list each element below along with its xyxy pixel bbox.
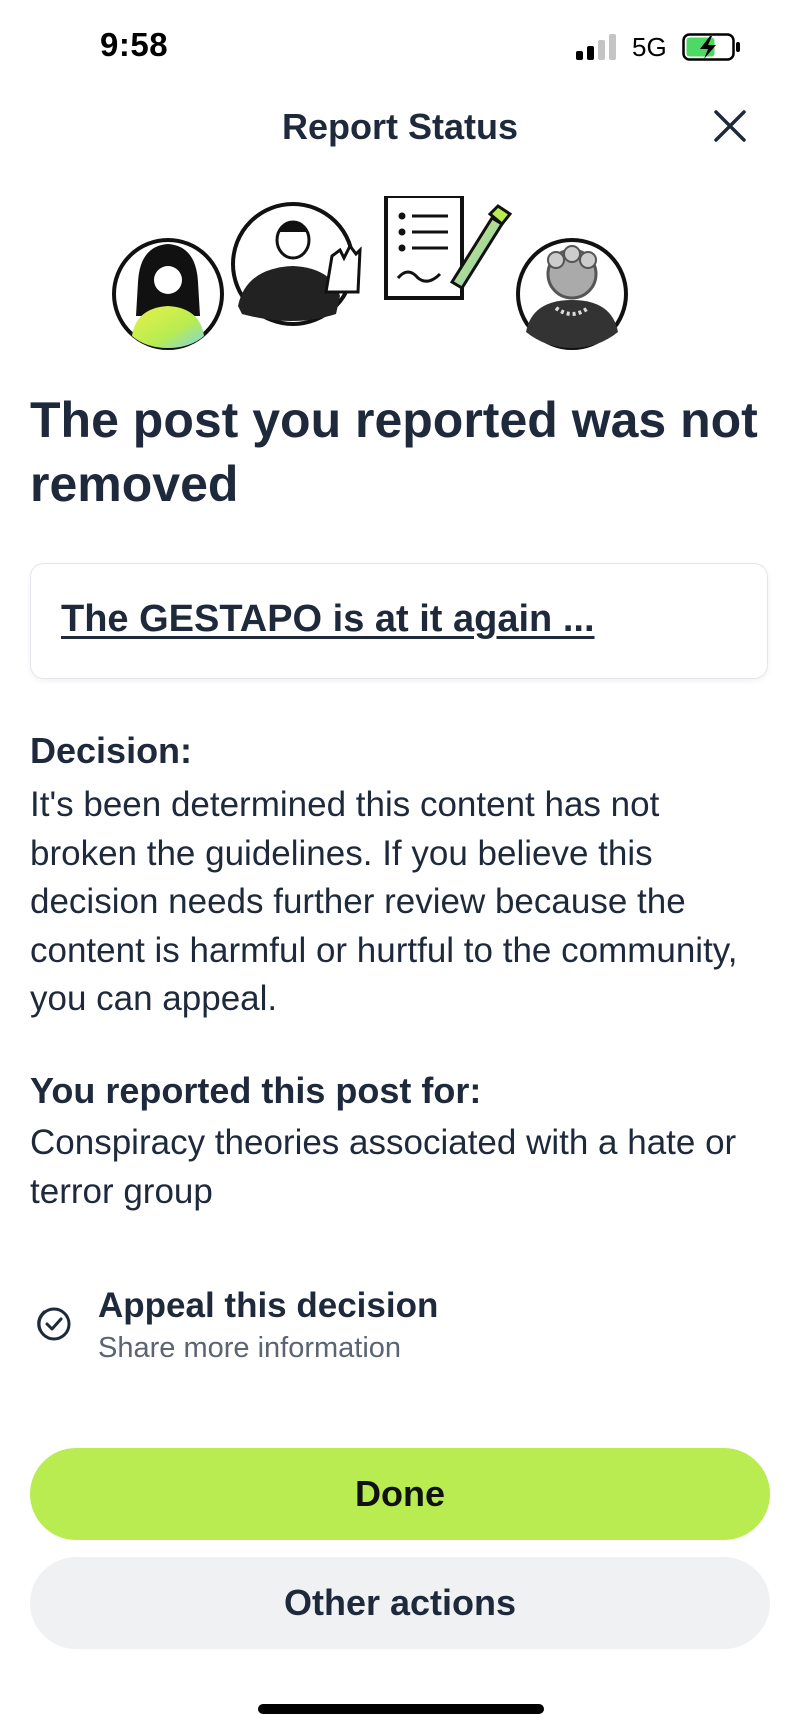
done-button[interactable]: Done [30,1448,770,1540]
avatar-illustration-2 [231,202,362,326]
appeal-decision-link[interactable]: Appeal this decision Share more informat… [30,1280,770,1370]
home-indicator[interactable] [258,1704,544,1714]
network-type: 5G [632,32,667,62]
status-time: 9:58 [100,26,169,63]
community-illustration [112,196,628,350]
reported-post-link[interactable]: The GESTAPO is at it again ... [61,598,595,641]
decision-label: Decision: [30,730,193,771]
avatar-illustration-1 [112,238,224,350]
header: Report Status [0,96,800,196]
appeal-subtitle: Share more information [98,1332,402,1364]
status-bar: 9:58 5G [0,0,800,96]
check-badge-icon [37,1307,71,1341]
close-button[interactable] [708,104,752,148]
reported-post-card[interactable]: The GESTAPO is at it again ... [30,563,768,679]
signal-icon [576,34,618,60]
close-icon [714,110,746,142]
page-title: Report Status [281,106,519,147]
appeal-title: Appeal this decision [98,1286,439,1325]
decision-headline: The post you reported was not removed [30,392,758,512]
other-actions-button[interactable]: Other actions [30,1557,770,1649]
decision-text: It's been determined this content has no… [30,785,738,1018]
battery-charging-icon [682,33,740,61]
reason-label: You reported this post for: [30,1070,482,1111]
avatar-illustration-3 [516,238,628,350]
reason-text: Conspiracy theories associated with a ha… [30,1123,737,1211]
document-icon [384,196,513,300]
